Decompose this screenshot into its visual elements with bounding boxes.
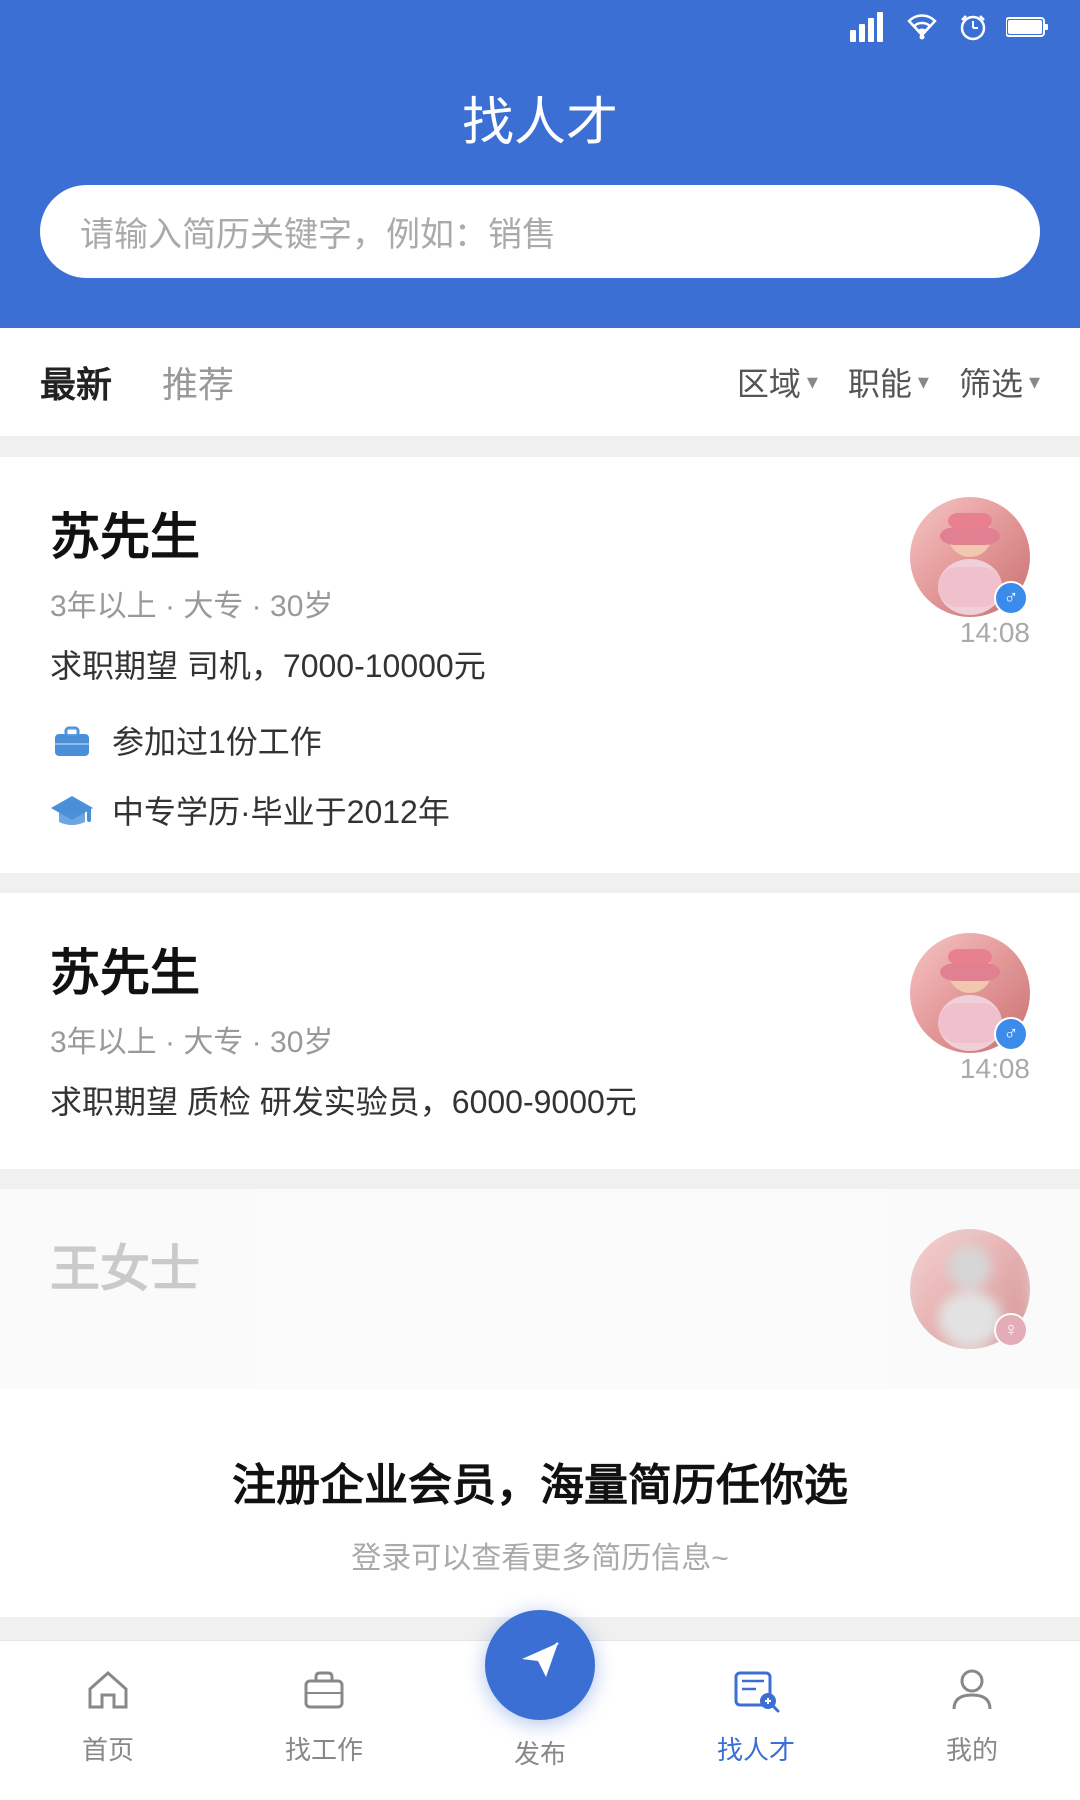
card-education-1: 中专学历·毕业于2012年	[50, 787, 1030, 833]
candidate-subtitle-1: 3年以上 · 大专 · 30岁	[50, 581, 486, 625]
wifi-icon	[904, 13, 940, 48]
nav-find-talent-label: 找人才	[717, 1730, 795, 1767]
avatar-3: ♀	[910, 1229, 1030, 1349]
nav-home-label: 首页	[82, 1730, 134, 1767]
nav-find-job-label: 找工作	[285, 1730, 363, 1767]
cards-list: 苏先生 3年以上 · 大专 · 30岁 求职期望 司机，7000-10000元	[0, 437, 1080, 1409]
status-bar	[0, 0, 1080, 60]
filter-bar: 最新 推荐 区域 ▾ 职能 ▾ 筛选 ▾	[0, 328, 1080, 437]
nav-find-job[interactable]: 找工作	[216, 1665, 432, 1777]
gender-badge-1: ♂	[994, 581, 1028, 615]
gender-badge-2: ♂	[994, 1017, 1028, 1051]
candidate-name-3: 王女士	[50, 1229, 200, 1301]
chevron-down-icon: ▾	[1029, 369, 1040, 395]
battery-icon	[1006, 15, 1050, 46]
publish-button[interactable]	[485, 1610, 595, 1720]
candidate-subtitle-2: 3年以上 · 大专 · 30岁	[50, 1017, 637, 1061]
search-input[interactable]: 请输入简历关键字，例如：销售	[80, 207, 556, 256]
avatar-2: ♂	[910, 933, 1030, 1053]
graduation-icon	[50, 788, 94, 832]
candidate-name-2: 苏先生	[50, 933, 637, 1005]
nav-home[interactable]: 首页	[0, 1665, 216, 1777]
resume-card-1[interactable]: 苏先生 3年以上 · 大专 · 30岁 求职期望 司机，7000-10000元	[0, 457, 1080, 873]
work-exp-text-1: 参加过1份工作	[112, 717, 322, 763]
header: 找人才 请输入简历关键字，例如：销售	[0, 60, 1080, 328]
nav-publish-label: 发布	[514, 1734, 566, 1771]
nav-profile-label: 我的	[946, 1730, 998, 1767]
gender-badge-3: ♀	[994, 1313, 1028, 1347]
card-work-exp-1: 参加过1份工作	[50, 717, 1030, 763]
overlay-title: 注册企业会员，海量简历任你选	[40, 1449, 1040, 1513]
alarm-icon	[958, 12, 988, 49]
overlay-subtitle: 登录可以查看更多简历信息~	[40, 1533, 1040, 1577]
briefcase-nav-icon	[300, 1665, 348, 1720]
page-title: 找人才	[40, 80, 1040, 155]
nav-find-talent[interactable]: 找人才	[648, 1665, 864, 1777]
resume-card-3: 王女士 ♀	[0, 1189, 1080, 1389]
candidate-job-1: 求职期望 司机，7000-10000元	[50, 641, 486, 687]
bottom-nav: 首页 找工作 发布	[0, 1640, 1080, 1800]
send-icon	[514, 1633, 566, 1697]
home-icon	[84, 1665, 132, 1720]
resume-card-2[interactable]: 苏先生 3年以上 · 大专 · 30岁 求职期望 质检 研发实验员，6000-9…	[0, 893, 1080, 1169]
tab-latest[interactable]: 最新	[40, 356, 142, 408]
search-people-icon	[732, 1665, 780, 1720]
avatar-1: ♂	[910, 497, 1030, 617]
nav-profile[interactable]: 我的	[864, 1665, 1080, 1777]
filter-function[interactable]: 职能 ▾	[848, 359, 929, 405]
candidate-job-2: 求职期望 质检 研发实验员，6000-9000元	[50, 1077, 637, 1123]
tab-recommended[interactable]: 推荐	[142, 356, 264, 408]
person-icon	[948, 1665, 996, 1720]
card-time-1: 14:08	[960, 617, 1030, 649]
search-bar[interactable]: 请输入简历关键字，例如：销售	[40, 185, 1040, 278]
card-time-2: 14:08	[960, 1053, 1030, 1085]
login-overlay: 注册企业会员，海量简历任你选 登录可以查看更多简历信息~	[0, 1389, 1080, 1617]
filter-screen[interactable]: 筛选 ▾	[959, 359, 1040, 405]
signal-icon	[850, 12, 886, 49]
chevron-down-icon: ▾	[918, 369, 929, 395]
education-text-1: 中专学历·毕业于2012年	[112, 787, 450, 833]
filter-region[interactable]: 区域 ▾	[737, 359, 818, 405]
chevron-down-icon: ▾	[807, 369, 818, 395]
candidate-name-1: 苏先生	[50, 497, 486, 569]
nav-publish[interactable]: 发布	[432, 1660, 648, 1781]
briefcase-icon	[50, 718, 94, 762]
